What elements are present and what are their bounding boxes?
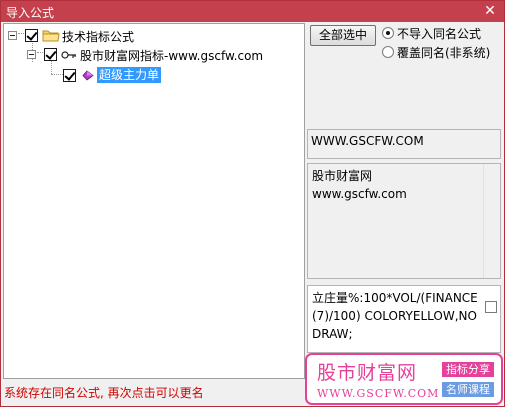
radio-skip-label: 不导入同名公式 xyxy=(397,27,482,41)
logo-badge-share: 指标分享 xyxy=(442,362,494,377)
description-line-1: 股市财富网 xyxy=(312,169,373,183)
collapse-toggle[interactable] xyxy=(27,50,36,59)
url-field: WWW.GSCFW.COM xyxy=(307,129,501,159)
radio-overwrite-label: 覆盖同名(非系统) xyxy=(397,46,491,60)
dialog-title: 导入公式 xyxy=(6,6,55,20)
tree-group-label: 股市财富网指标-www.gscfw.com xyxy=(80,49,264,63)
logo-url: WWW.GSCFW.COM xyxy=(317,387,440,400)
radio-skip-indicator[interactable] xyxy=(382,27,394,39)
description-field[interactable]: 股市财富网 www.gscfw.com xyxy=(307,163,501,279)
site-logo: 股市财富网 WWW.GSCFW.COM 指标分享 名师课程 xyxy=(305,353,503,405)
formula-checkbox[interactable] xyxy=(485,301,497,313)
formula-gem-icon xyxy=(81,69,95,82)
formula-tree[interactable]: 技术指标公式 股市财富网指标-www.gscfw.com 超级主力单 xyxy=(3,23,305,379)
radio-overwrite-indicator[interactable] xyxy=(382,46,394,58)
url-text: WWW.GSCFW.COM xyxy=(311,134,424,148)
import-formula-dialog: 导入公式 ✕ 技术指标公式 股市财富网指标-www.gscfw.com 超级主力… xyxy=(0,0,505,407)
tree-root-label: 技术指标公式 xyxy=(62,30,135,44)
tree-leaf-checkbox[interactable] xyxy=(63,69,76,82)
logo-badge-courses: 名师课程 xyxy=(442,382,494,397)
select-all-button[interactable]: 全部选中 xyxy=(310,25,376,46)
key-icon xyxy=(61,49,77,59)
close-button[interactable]: ✕ xyxy=(482,2,498,20)
description-line-2: www.gscfw.com xyxy=(312,187,407,201)
tree-node-leaf[interactable]: 超级主力单 xyxy=(4,66,204,84)
tree-root-checkbox[interactable] xyxy=(25,29,38,42)
collapse-toggle[interactable] xyxy=(8,31,17,40)
tree-leaf-label: 超级主力单 xyxy=(97,67,162,83)
title-bar: 导入公式 ✕ xyxy=(1,1,504,22)
logo-name: 股市财富网 xyxy=(317,362,418,384)
tree-node-root[interactable]: 技术指标公式 xyxy=(4,26,204,44)
status-message: 系统存在同名公式, 再次点击可以更名 xyxy=(4,386,204,400)
folder-icon xyxy=(42,29,60,42)
description-scrollbar[interactable] xyxy=(483,164,500,278)
formula-field[interactable]: 立庄量%:100*VOL/(FINANCE(7)/100) COLORYELLO… xyxy=(307,285,501,353)
tree-node-group[interactable]: 股市财富网指标-www.gscfw.com xyxy=(4,45,299,63)
tree-group-checkbox[interactable] xyxy=(44,48,57,61)
formula-text: 立庄量%:100*VOL/(FINANCE(7)/100) COLORYELLO… xyxy=(312,291,478,341)
